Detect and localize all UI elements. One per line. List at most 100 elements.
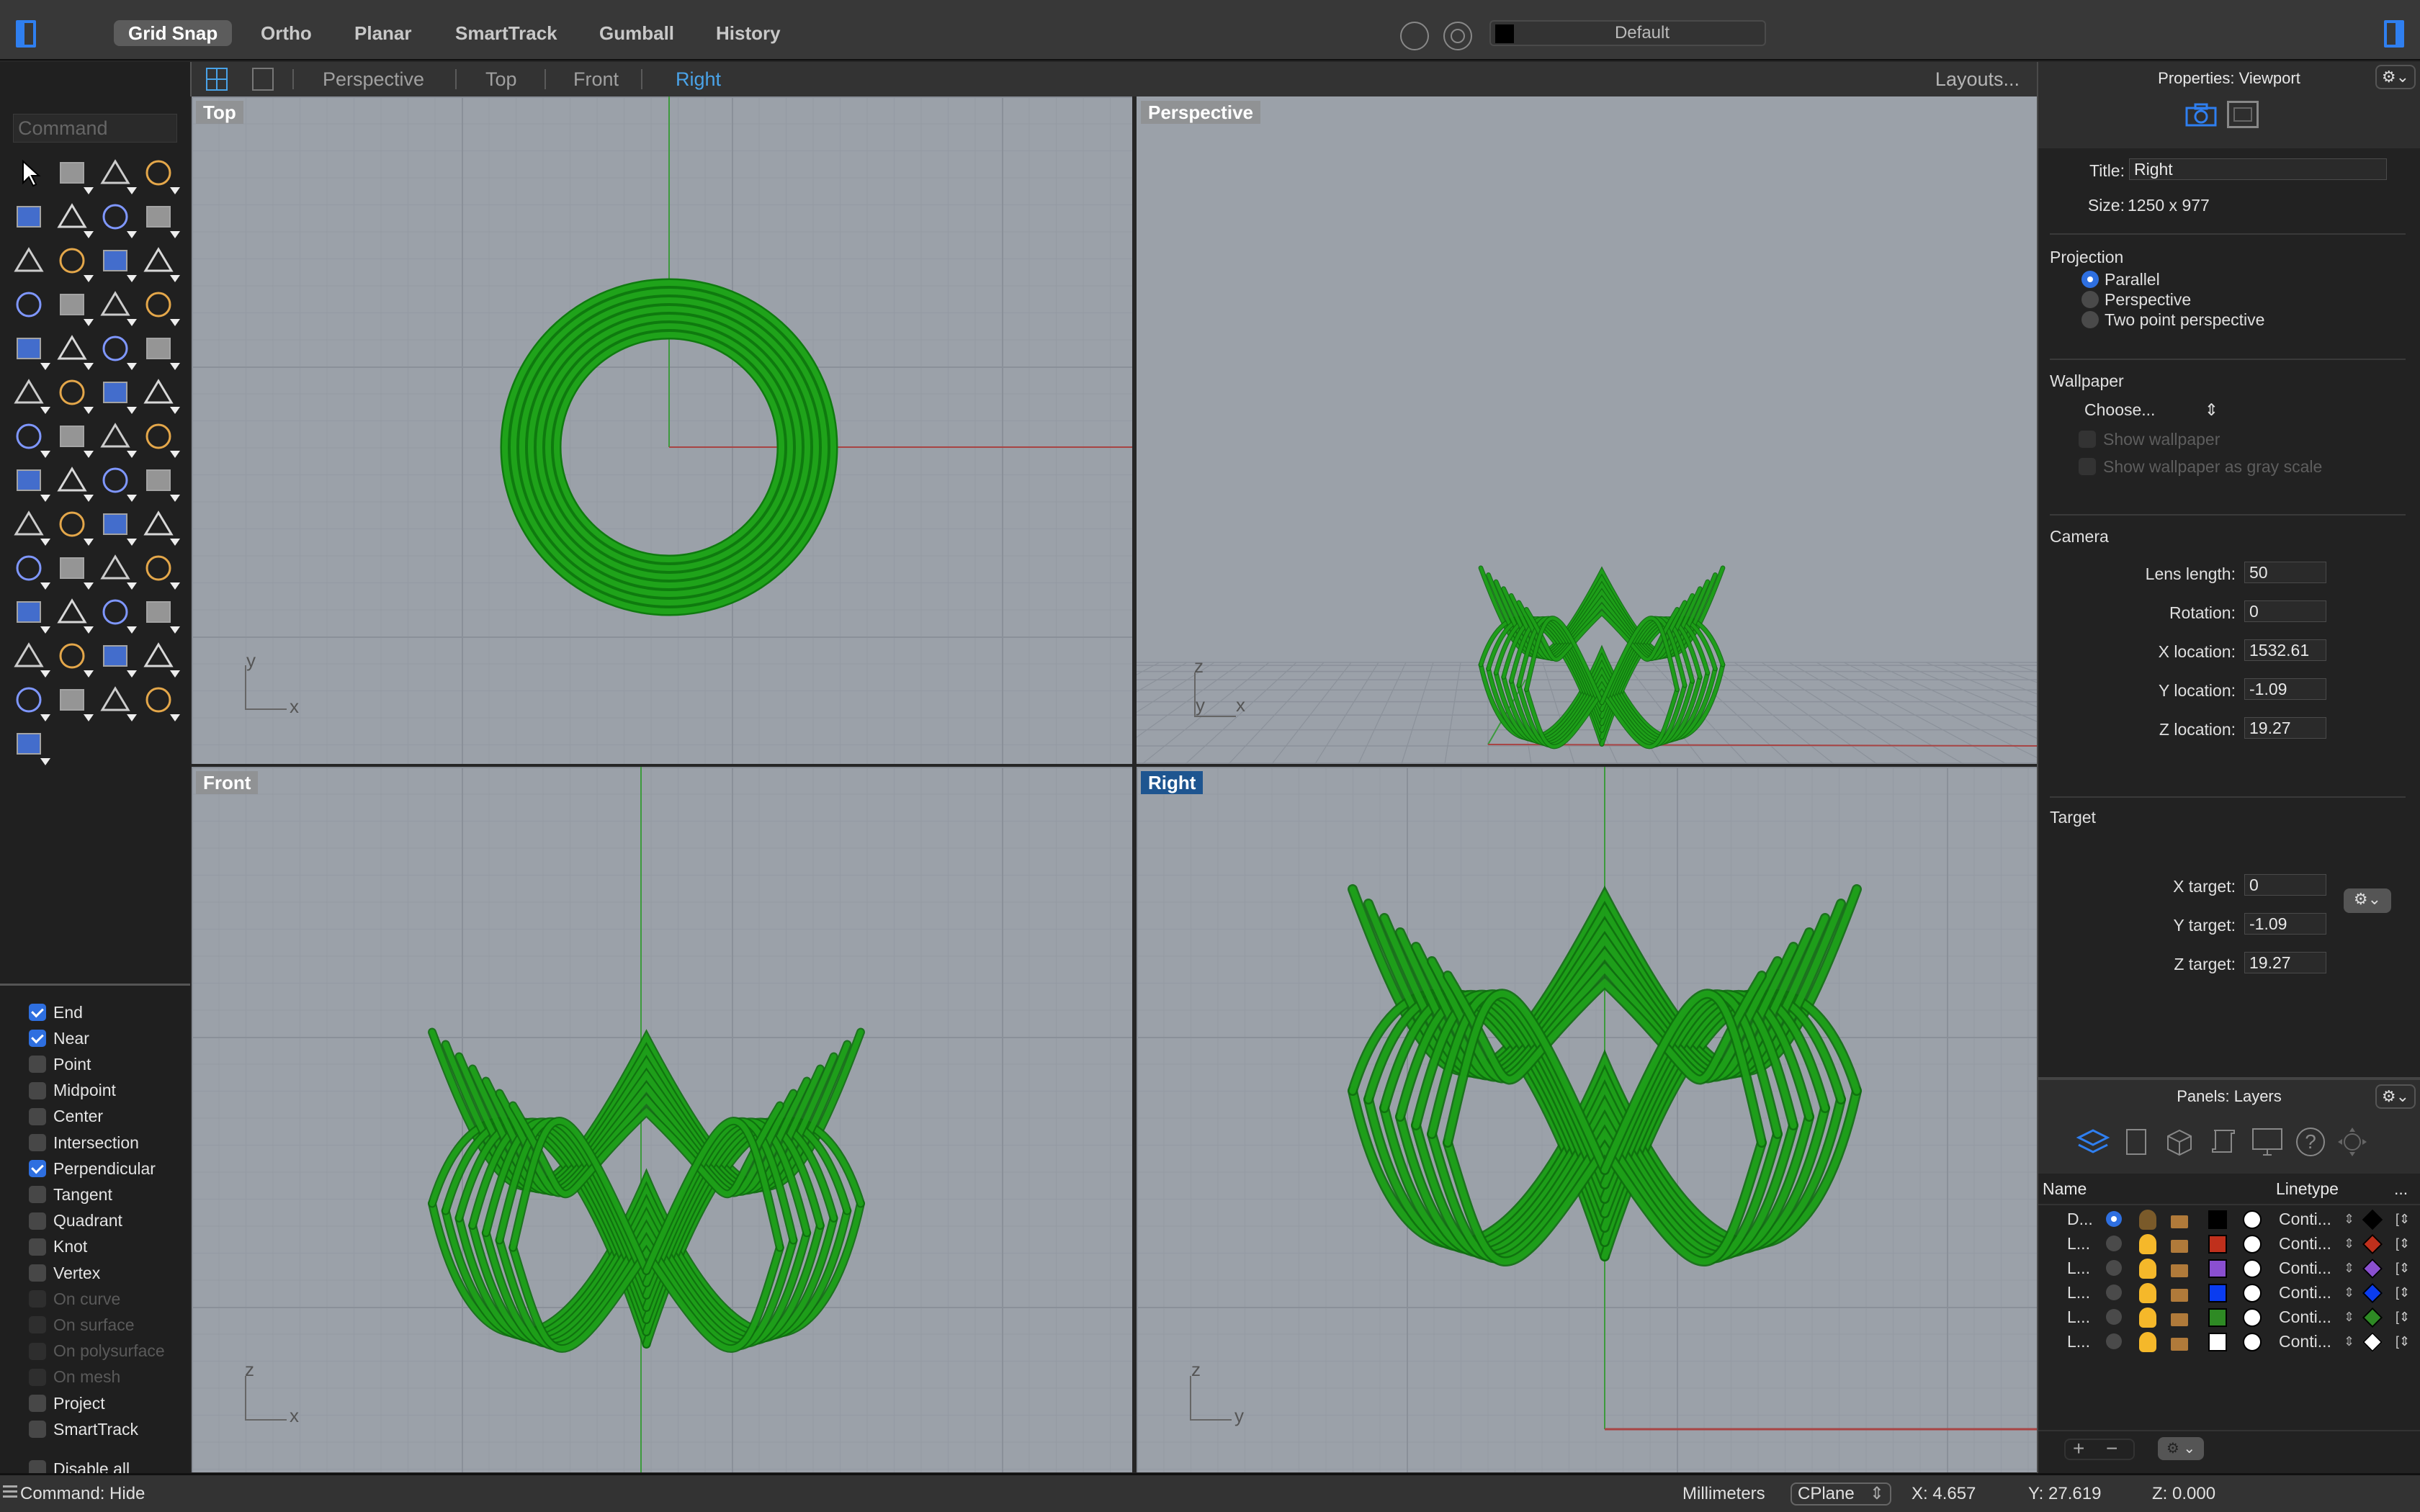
tool-grid-array-icon[interactable] bbox=[97, 462, 137, 502]
tool-zoom-extents-icon[interactable] bbox=[97, 549, 137, 590]
tool-light-icon[interactable] bbox=[10, 637, 50, 678]
tool-pipe-surface-icon[interactable] bbox=[97, 286, 137, 326]
osnap-toggle-icon[interactable] bbox=[1400, 22, 1429, 50]
osnap-quadrant-checkbox[interactable]: Quadrant bbox=[29, 1210, 122, 1232]
y-target-field[interactable]: -1.09 bbox=[2244, 913, 2326, 935]
layer-linetype[interactable]: Conti... bbox=[2279, 1282, 2331, 1303]
checkbox-box[interactable] bbox=[29, 1186, 46, 1204]
checkbox-box[interactable] bbox=[29, 1368, 46, 1386]
material-circle[interactable] bbox=[2243, 1235, 2262, 1254]
tool-fillet-curves-icon[interactable] bbox=[53, 242, 94, 282]
tool-material-sphere-icon[interactable] bbox=[97, 681, 137, 721]
osnap-near-checkbox[interactable]: Near bbox=[29, 1027, 89, 1049]
osnap-tangent-checkbox[interactable]: Tangent bbox=[29, 1184, 112, 1205]
command-input[interactable]: Command bbox=[13, 114, 177, 143]
tool-rotate-icon[interactable] bbox=[140, 418, 180, 458]
checkbox-box[interactable] bbox=[29, 1316, 46, 1334]
current-layer-radio[interactable] bbox=[2106, 1284, 2122, 1300]
osnap-midpoint-checkbox[interactable]: Midpoint bbox=[29, 1080, 116, 1102]
material-circle[interactable] bbox=[2243, 1259, 2262, 1278]
units-label[interactable]: Millimeters bbox=[1682, 1484, 1765, 1504]
show-wallpaper-checkbox[interactable]: Show wallpaper bbox=[2079, 429, 2220, 449]
remove-layer-button[interactable]: − bbox=[2106, 1437, 2118, 1460]
checkbox-box[interactable] bbox=[29, 1107, 46, 1125]
layers-tab-icon[interactable] bbox=[2076, 1128, 2110, 1156]
tool-solid-tools-icon[interactable] bbox=[10, 462, 50, 502]
current-layer-radio[interactable] bbox=[2106, 1260, 2122, 1276]
tool-move-icon[interactable] bbox=[53, 418, 94, 458]
notes-tab-icon[interactable] bbox=[2208, 1128, 2237, 1156]
visibility-bulb-icon[interactable] bbox=[2139, 1210, 2156, 1230]
checkbox-box[interactable] bbox=[29, 1460, 46, 1473]
visibility-bulb-icon[interactable] bbox=[2139, 1259, 2156, 1279]
tool-walkabout-icon[interactable] bbox=[53, 593, 94, 634]
tool-surface-from-points-icon[interactable] bbox=[97, 242, 137, 282]
display-tab-icon[interactable] bbox=[2251, 1128, 2283, 1156]
tool-select-arrow-icon[interactable] bbox=[10, 154, 50, 194]
ortho-toggle[interactable]: Ortho bbox=[246, 20, 326, 46]
column-more[interactable]: ... bbox=[2394, 1179, 2408, 1199]
layer-name[interactable]: L... bbox=[2067, 1233, 2090, 1254]
layer-row[interactable]: L... Conti... ⇕ [⇕ bbox=[2038, 1231, 2420, 1256]
object-tab-icon[interactable] bbox=[2165, 1128, 2194, 1156]
tool-spotlight-icon[interactable] bbox=[140, 681, 180, 721]
checkbox-box[interactable] bbox=[29, 1395, 46, 1412]
layer-linetype[interactable]: Conti... bbox=[2279, 1331, 2331, 1352]
layer-row[interactable]: L... Conti... ⇕ [⇕ bbox=[2038, 1305, 2420, 1329]
tool-ellipse-icon[interactable] bbox=[53, 198, 94, 238]
tool-gumball-drag-icon[interactable] bbox=[140, 505, 180, 546]
tool-boolean-union-icon[interactable] bbox=[10, 374, 50, 414]
print-color-diamond[interactable] bbox=[2362, 1307, 2383, 1328]
tool-layer-panel-icon[interactable] bbox=[97, 637, 137, 678]
tool-zoom-dynamic-icon[interactable] bbox=[10, 549, 50, 590]
lock-icon[interactable] bbox=[2171, 1215, 2188, 1228]
column-linetype[interactable]: Linetype bbox=[2276, 1179, 2339, 1199]
print-width-stepper-icon[interactable]: [⇕ bbox=[2396, 1257, 2410, 1279]
y-location-field[interactable]: -1.09 bbox=[2244, 678, 2326, 700]
grid-snap-toggle[interactable]: Grid Snap bbox=[114, 20, 233, 46]
document-tab-icon[interactable] bbox=[2126, 1129, 2146, 1155]
osnap-knot-checkbox[interactable]: Knot bbox=[29, 1236, 87, 1258]
navigation-tab-icon[interactable] bbox=[2336, 1126, 2368, 1158]
osnap-end-checkbox[interactable]: End bbox=[29, 1002, 83, 1023]
tool-sphere-icon[interactable] bbox=[53, 286, 94, 326]
tool-trim-icon[interactable] bbox=[97, 330, 137, 370]
print-color-diamond[interactable] bbox=[2362, 1331, 2383, 1353]
tab-perspective[interactable]: Perspective bbox=[323, 66, 424, 92]
viewport-label-top[interactable]: Top bbox=[196, 101, 243, 124]
current-layer-radio[interactable] bbox=[2106, 1309, 2122, 1325]
column-name[interactable]: Name bbox=[2043, 1179, 2087, 1199]
tool-mesh-tools-icon[interactable] bbox=[10, 505, 50, 546]
tool-explode-icon[interactable] bbox=[53, 330, 94, 370]
print-color-diamond[interactable] bbox=[2362, 1233, 2383, 1255]
tab-top[interactable]: Top bbox=[485, 66, 517, 92]
layer-color-swatch[interactable] bbox=[2208, 1235, 2227, 1254]
linetype-stepper-icon[interactable]: ⇕ bbox=[2344, 1257, 2354, 1279]
title-field[interactable]: Right bbox=[2129, 158, 2387, 180]
lens-length-field[interactable]: 50 bbox=[2244, 562, 2326, 583]
checkbox-box[interactable] bbox=[29, 1238, 46, 1256]
smarttrack-toggle[interactable]: SmartTrack bbox=[441, 20, 572, 46]
z-target-field[interactable]: 19.27 bbox=[2244, 952, 2326, 973]
layer-row[interactable]: L... Conti... ⇕ [⇕ bbox=[2038, 1329, 2420, 1354]
command-history-icon[interactable] bbox=[3, 1485, 17, 1501]
tool-color-picker-icon[interactable] bbox=[140, 637, 180, 678]
layer-color-swatch[interactable] bbox=[2208, 1308, 2227, 1327]
checkbox-box[interactable] bbox=[29, 1342, 46, 1360]
planar-toggle[interactable]: Planar bbox=[340, 20, 426, 46]
tool-polyline-icon[interactable] bbox=[97, 154, 137, 194]
lock-icon[interactable] bbox=[2171, 1264, 2188, 1277]
print-color-diamond[interactable] bbox=[2362, 1258, 2383, 1279]
tool-zoom-window-icon[interactable] bbox=[53, 549, 94, 590]
layer-options-gear-menu[interactable]: ⚙ ⌄ bbox=[2158, 1437, 2204, 1460]
viewport-frame-icon[interactable] bbox=[2227, 101, 2259, 128]
checkbox-box[interactable] bbox=[29, 1056, 46, 1074]
layer-color-swatch[interactable] bbox=[2208, 1284, 2227, 1302]
target-gear-menu[interactable]: ⚙⌄ bbox=[2344, 888, 2391, 913]
projection-parallel-radio[interactable]: Parallel bbox=[2081, 269, 2160, 289]
tool-check-icon[interactable] bbox=[53, 505, 94, 546]
tool-render-sphere-icon[interactable] bbox=[10, 681, 50, 721]
camera-icon[interactable] bbox=[2185, 102, 2217, 127]
help-tab-icon[interactable]: ? bbox=[2296, 1128, 2325, 1156]
osnap-on-surface-checkbox[interactable]: On surface bbox=[29, 1314, 135, 1336]
